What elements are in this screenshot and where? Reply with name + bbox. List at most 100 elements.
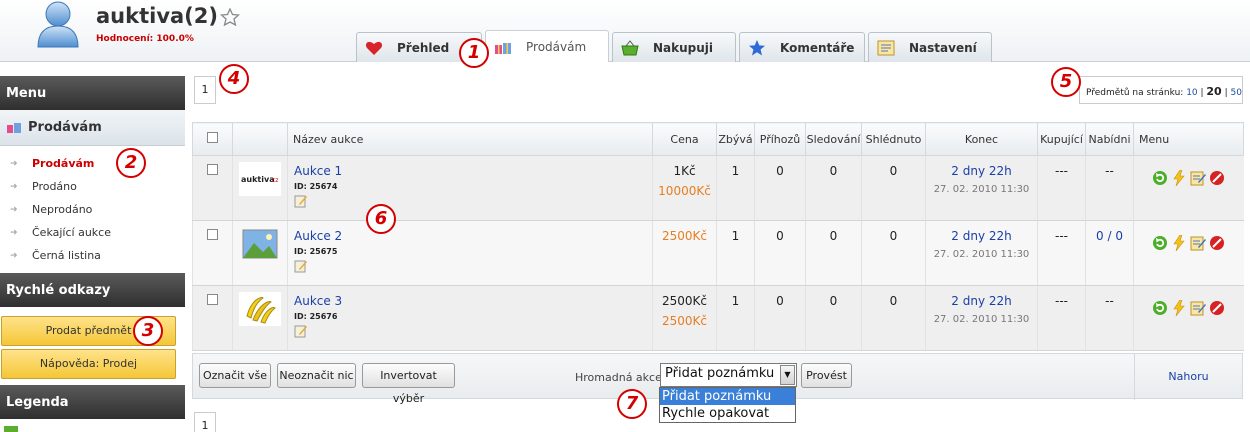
bulk-option-quick-repeat[interactable]: Rychle opakovat <box>660 405 795 422</box>
main-tabs: Přehled Prodávám Nakupuji Komentáře Nast… <box>356 30 992 62</box>
row-watching: 0 <box>805 220 862 286</box>
per-page-option-50[interactable]: 50 <box>1230 88 1241 98</box>
header-end[interactable]: Konec <box>925 122 1038 156</box>
tab-label: Přehled <box>397 40 450 55</box>
edit-note-icon[interactable] <box>294 259 308 273</box>
back-to-top-link[interactable]: Nahoru <box>1134 354 1242 400</box>
repeat-icon[interactable] <box>1152 170 1168 186</box>
repeat-icon[interactable] <box>1152 300 1168 316</box>
arrow-icon: ➜ <box>10 227 18 238</box>
bulk-action-select[interactable]: Přidat poznámku ▼ <box>660 363 797 387</box>
row-viewed: 0 <box>861 155 926 221</box>
end-remaining: 2 dny 22h <box>951 294 1012 308</box>
sidebar-item-label: Prodávám <box>32 157 95 170</box>
row-select <box>192 155 233 221</box>
page-number-bottom[interactable]: 1 <box>194 412 216 432</box>
header-offer: Nabídni <box>1085 122 1134 156</box>
row-auction: Aukce 1 ID: 25674 <box>287 155 653 221</box>
delete-icon[interactable] <box>1209 170 1225 186</box>
tab-nakupuji[interactable]: Nakupuji <box>612 32 736 62</box>
edit-icon[interactable] <box>1190 235 1207 251</box>
header-viewed[interactable]: Shlédnuto <box>861 122 926 156</box>
repeat-icon[interactable] <box>1152 235 1168 251</box>
row-offer: -- <box>1085 285 1134 351</box>
edit-icon[interactable] <box>1190 300 1207 316</box>
annotation-marker-5: 5 <box>1051 67 1081 97</box>
sidebar-section-prodavam[interactable]: Prodávám <box>0 110 185 146</box>
sidebar-item-cerna-listina[interactable]: ➜ Černá listina <box>10 244 185 267</box>
header-bids[interactable]: Příhozů <box>754 122 806 156</box>
row-checkbox[interactable] <box>207 294 218 305</box>
annotation-marker-7: 7 <box>617 389 647 419</box>
landscape-image-thumbnail[interactable] <box>239 227 281 261</box>
lightning-icon[interactable] <box>1171 300 1187 316</box>
select-all-checkbox[interactable] <box>207 132 218 143</box>
tab-komentare[interactable]: Komentáře <box>739 32 865 62</box>
delete-icon[interactable] <box>1209 235 1225 251</box>
row-buyer: --- <box>1037 220 1086 286</box>
price-current: 2500Kč <box>661 294 707 308</box>
annotation-marker-4: 4 <box>219 64 249 94</box>
price-current: 1Kč <box>673 164 696 178</box>
bulk-option-add-note[interactable]: Přidat poznámku <box>660 388 795 405</box>
sidebar-item-label: Čekající aukce <box>32 226 111 239</box>
row-watching: 0 <box>805 285 862 351</box>
tab-prodavam[interactable]: Prodávám <box>485 30 609 62</box>
dropdown-arrow-icon[interactable]: ▼ <box>780 365 795 385</box>
row-select <box>192 285 233 351</box>
execute-button[interactable]: Provést <box>801 363 852 388</box>
auction-link[interactable]: Aukce 3 <box>294 294 652 308</box>
tab-nastaveni[interactable]: Nastavení <box>868 32 992 62</box>
bananas-image-thumbnail[interactable] <box>239 292 281 326</box>
sidebar: Menu Prodávám ➜ Prodávám ➜ Prodáno ➜ Neprod… <box>0 76 185 419</box>
user-rating: Hodnocení: 100.0% <box>96 34 194 44</box>
arrow-icon: ➜ <box>10 250 18 261</box>
header-remaining[interactable]: Zbývá <box>716 122 755 156</box>
auction-link[interactable]: Aukce 1 <box>294 164 652 178</box>
row-buyer: --- <box>1037 285 1086 351</box>
sidebar-item-cekajici-aukce[interactable]: ➜ Čekající aukce <box>10 221 185 244</box>
row-remaining: 1 <box>716 285 755 351</box>
quick-links-title: Rychlé odkazy <box>0 273 185 307</box>
auktiva-logo-thumbnail[interactable]: auktiva.cz <box>239 162 281 196</box>
edit-icon[interactable] <box>1190 170 1207 186</box>
header-watching[interactable]: Sledování <box>805 122 862 156</box>
header-name[interactable]: Název aukce <box>287 122 653 156</box>
bulk-action-label: Hromadná akce: <box>575 371 666 384</box>
help-sell-button[interactable]: Nápověda: Prodej <box>1 349 176 379</box>
favorite-star-icon[interactable] <box>220 8 240 26</box>
row-checkbox[interactable] <box>207 229 218 240</box>
header-price[interactable]: Cena <box>652 122 717 156</box>
row-menu <box>1133 220 1244 286</box>
lightning-icon[interactable] <box>1171 170 1187 186</box>
header-select <box>192 122 233 156</box>
select-none-button[interactable]: Neoznačit nic <box>277 363 356 388</box>
per-page-option-10[interactable]: 10 <box>1186 88 1197 98</box>
row-auction: Aukce 3 ID: 25676 <box>287 285 653 351</box>
edit-note-icon[interactable] <box>294 194 308 208</box>
row-menu <box>1133 285 1244 351</box>
auction-link[interactable]: Aukce 2 <box>294 229 652 243</box>
legend-title: Legenda <box>0 385 185 419</box>
delete-icon[interactable] <box>1209 300 1225 316</box>
invert-selection-button[interactable]: Invertovat výběr <box>362 363 455 405</box>
end-date: 27. 02. 2010 11:30 <box>933 249 1030 260</box>
sidebar-list: ➜ Prodávám ➜ Prodáno ➜ Neprodáno ➜ Čekající … <box>0 146 185 273</box>
row-bids: 0 <box>754 155 806 221</box>
sidebar-item-prodavam[interactable]: ➜ Prodávám <box>10 152 185 175</box>
page-number-top[interactable]: 1 <box>194 76 216 104</box>
sidebar-item-prodano[interactable]: ➜ Prodáno <box>10 175 185 198</box>
user-avatar-icon <box>37 1 79 48</box>
row-checkbox[interactable] <box>207 164 218 175</box>
edit-note-icon[interactable] <box>294 324 308 338</box>
star-icon <box>749 39 765 55</box>
select-all-button[interactable]: Označit vše <box>199 363 271 388</box>
offers-link[interactable]: 0 / 0 <box>1096 229 1123 243</box>
row-bids: 0 <box>754 285 806 351</box>
tab-label: Komentáře <box>780 40 855 55</box>
quick-links: Prodat předmět Nápověda: Prodej <box>0 307 185 379</box>
sidebar-section-label: Prodávám <box>28 120 102 135</box>
end-remaining: 2 dny 22h <box>951 164 1012 178</box>
lightning-icon[interactable] <box>1171 235 1187 251</box>
sidebar-item-neprodano[interactable]: ➜ Neprodáno <box>10 198 185 221</box>
